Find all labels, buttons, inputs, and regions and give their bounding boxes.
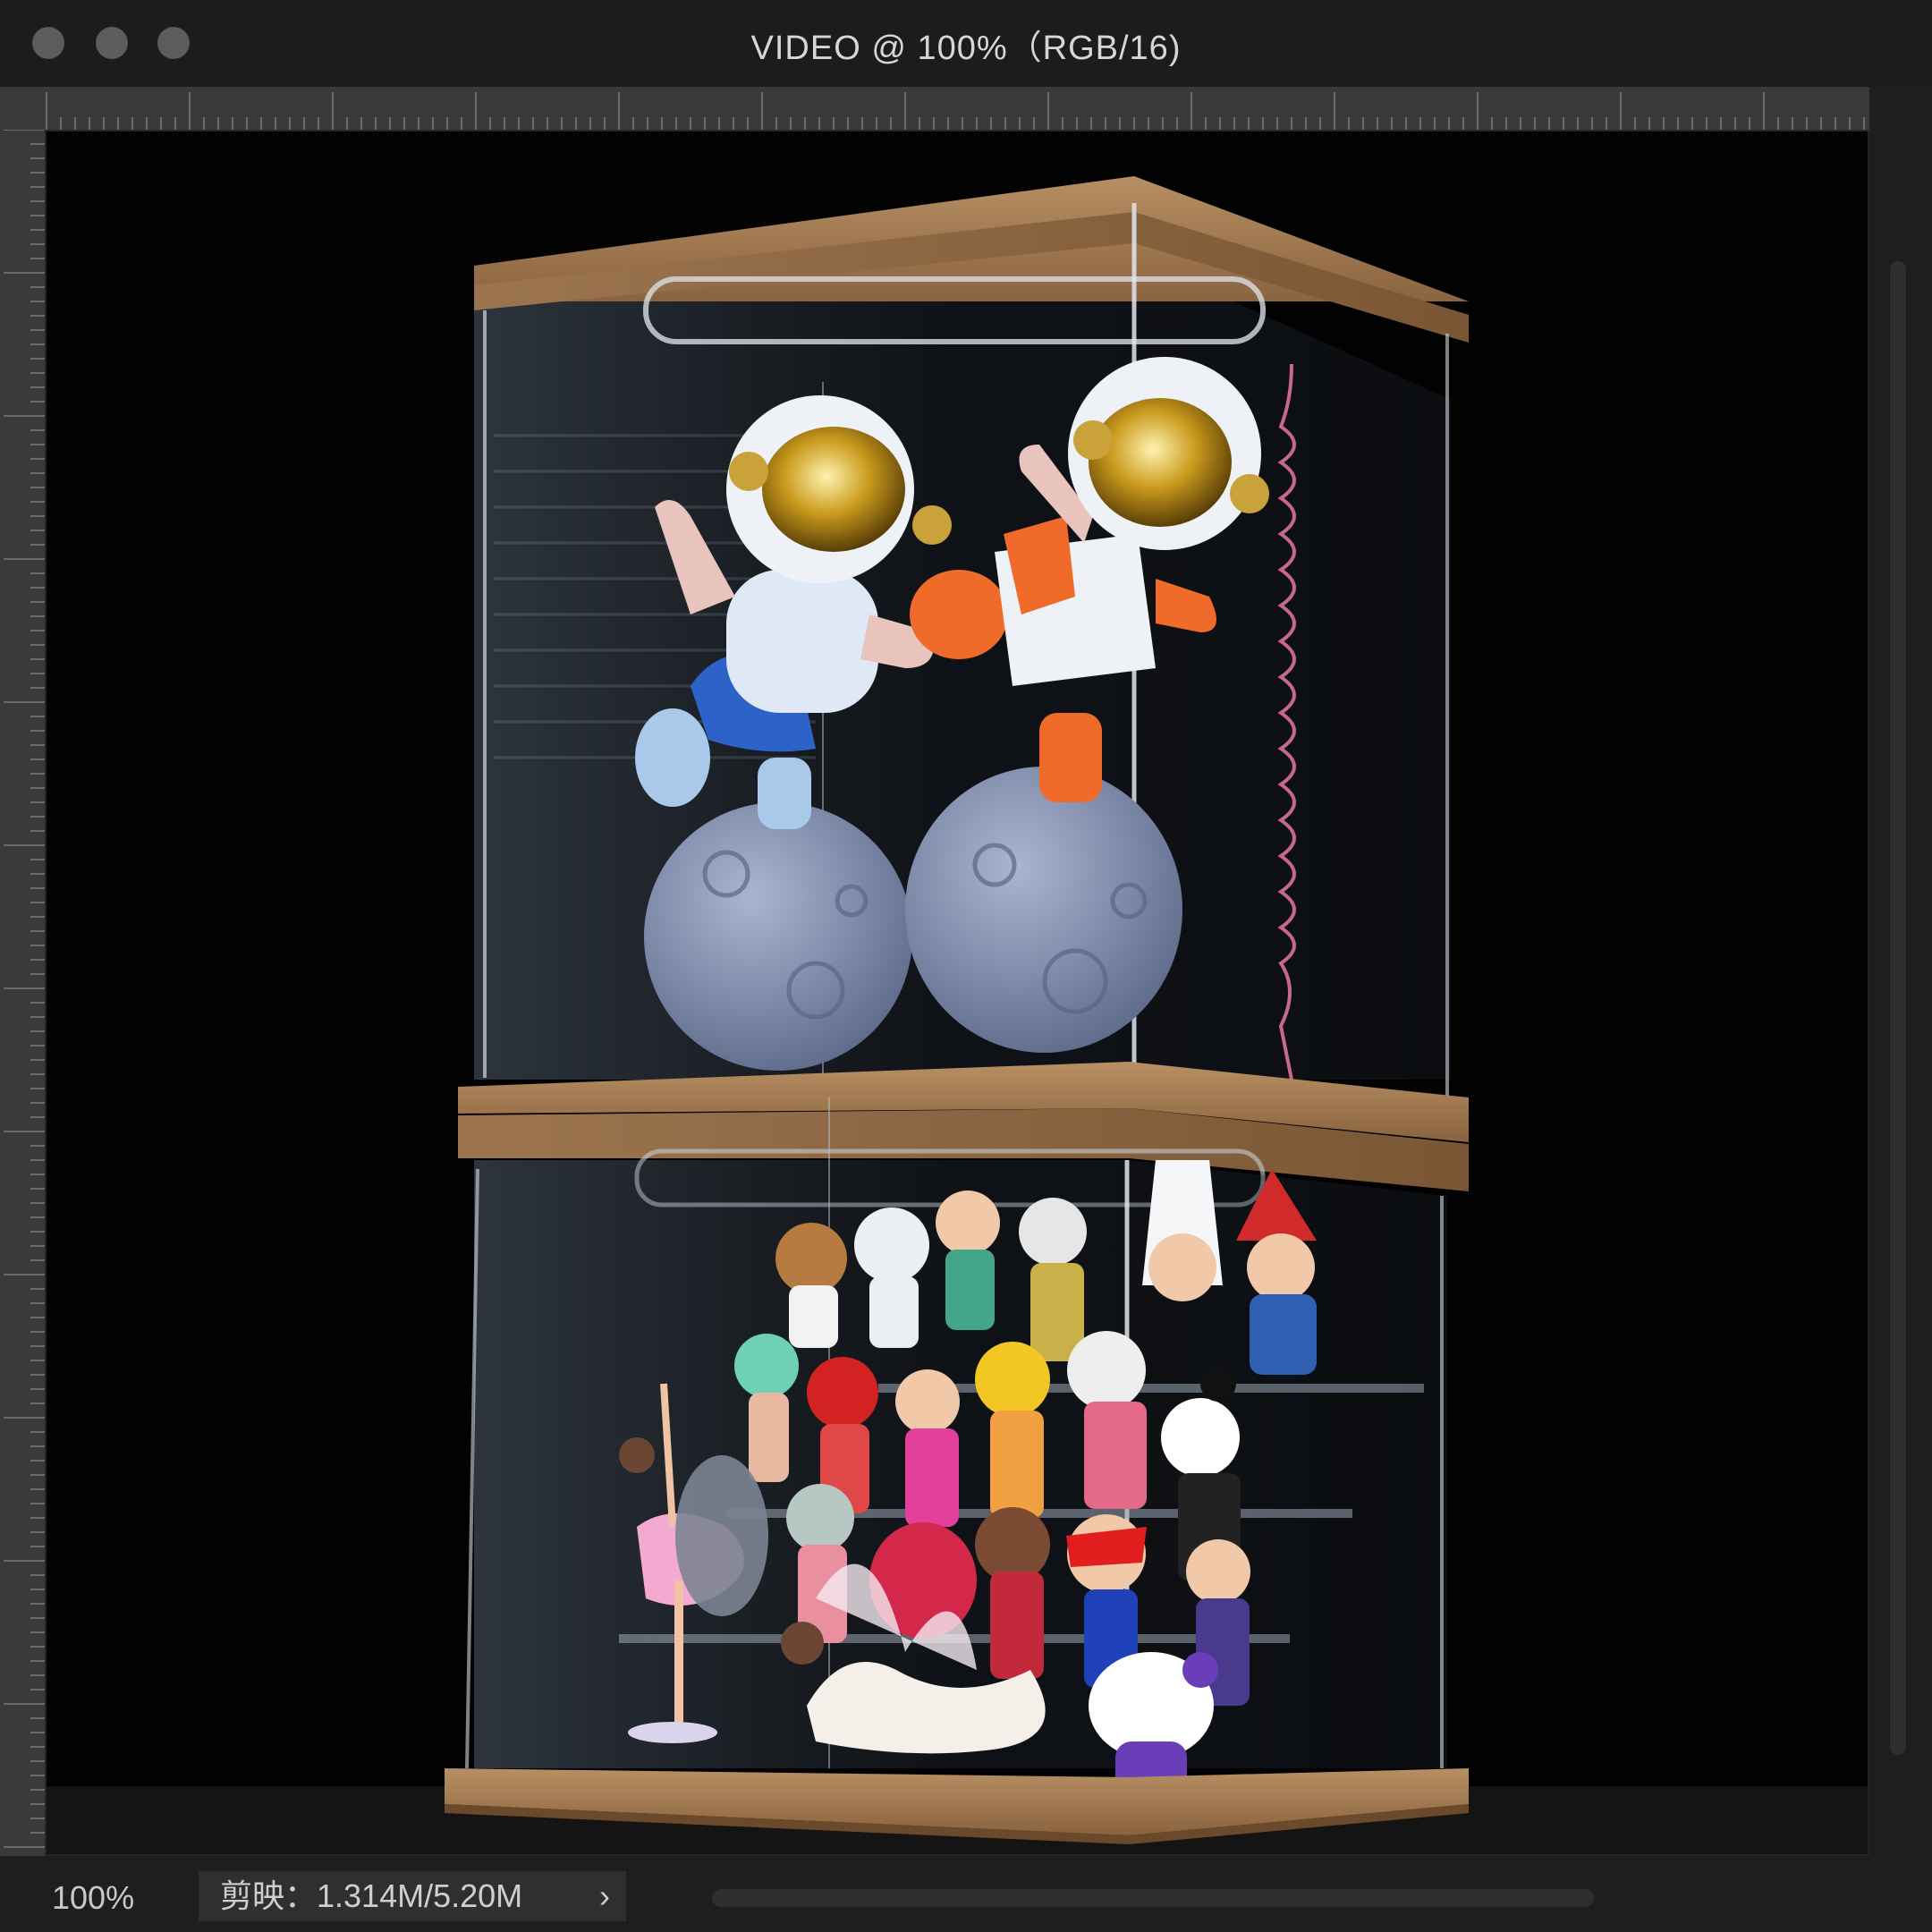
document-info-button[interactable]: 剪映：1.314M/5.20M › [199,1871,626,1921]
document-canvas[interactable] [47,131,1868,1854]
title-bar: VIDEO @ 100%（RGB/16) [0,0,1932,87]
horizontal-ruler-ticks [46,92,1865,130]
vertical-ruler-ticks [4,129,45,1848]
vertical-scrollbar-thumb[interactable] [1890,261,1906,1755]
chevron-right-icon: › [599,1877,610,1914]
upper-case [458,176,1469,1142]
vertical-ruler[interactable] [0,129,46,1856]
display-case-photo [47,176,1868,1854]
document-info-text: 剪映：1.314M/5.20M [220,1877,523,1914]
horizontal-ruler[interactable] [0,87,1869,131]
lower-case [445,1097,1469,1844]
horizontal-scrollbar-thumb[interactable] [712,1889,1594,1907]
zoom-level[interactable]: 100% [52,1879,134,1917]
window-title: VIDEO @ 100%（RGB/16) [750,30,1182,67]
